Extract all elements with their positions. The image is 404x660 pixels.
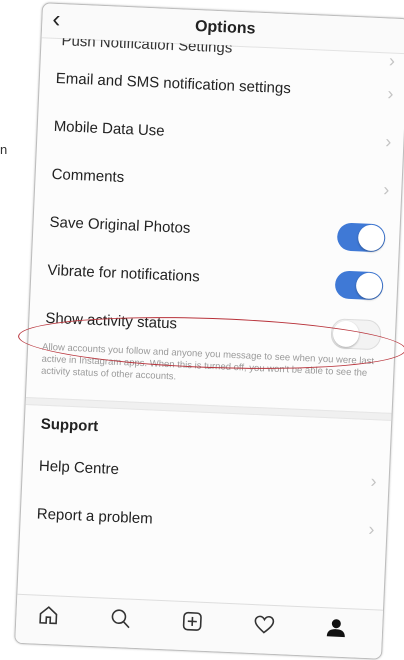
row-label: Help Centre (39, 458, 120, 478)
chevron-right-icon: › (385, 131, 392, 152)
cropped-edge-text: n (0, 142, 12, 157)
chevron-right-icon: › (387, 83, 394, 104)
heart-icon[interactable] (243, 613, 284, 645)
search-icon[interactable] (100, 606, 141, 638)
row-label: Show activity status (45, 310, 177, 333)
profile-icon[interactable] (315, 616, 356, 648)
row-label: Email and SMS notification settings (55, 70, 291, 97)
row-label: Save Original Photos (49, 214, 191, 237)
toggle-knob (356, 272, 383, 299)
activity-status-toggle[interactable] (330, 318, 381, 350)
row-label: Comments (51, 166, 124, 186)
chevron-right-icon: › (383, 179, 390, 200)
toggle-knob (358, 224, 385, 251)
chevron-right-icon: › (368, 519, 375, 540)
chevron-right-icon: › (388, 50, 395, 69)
chevron-right-icon: › (370, 471, 377, 492)
phone-screen: ‹ Options Push Notification Settings › E… (14, 2, 404, 659)
save-photos-toggle[interactable] (337, 222, 386, 252)
toggle-knob (332, 320, 359, 347)
row-label: Vibrate for notifications (47, 262, 200, 286)
row-label: Report a problem (36, 506, 153, 528)
bottom-tab-bar (15, 594, 383, 659)
support-section-title: Support (40, 416, 98, 435)
home-icon[interactable] (28, 603, 69, 635)
vibrate-toggle[interactable] (335, 270, 384, 300)
add-post-icon[interactable] (172, 610, 213, 642)
row-label: Mobile Data Use (53, 118, 165, 140)
